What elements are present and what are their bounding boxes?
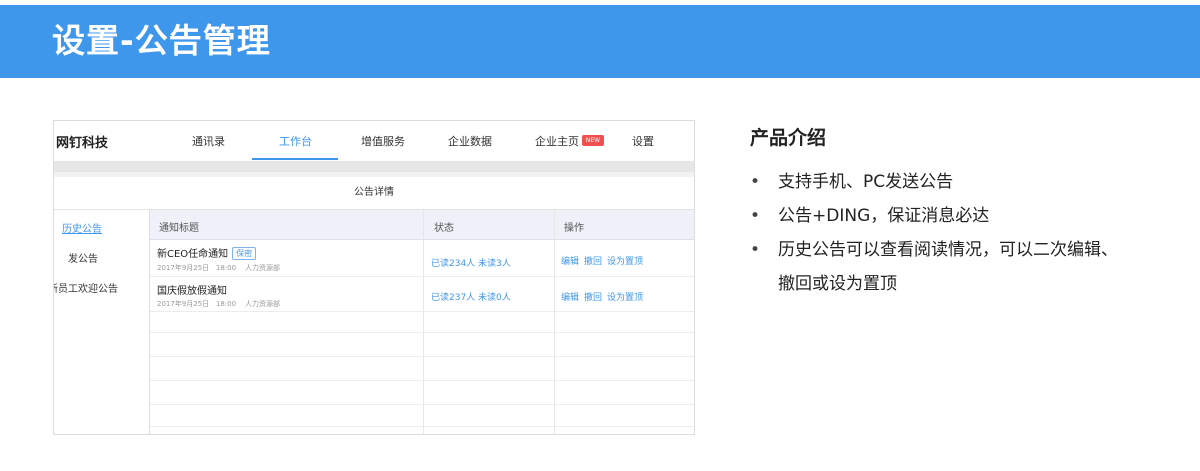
sidebar-item-history[interactable]: 历史公告 xyxy=(62,220,102,235)
edit-button[interactable]: 编辑 xyxy=(561,293,579,303)
row-date: 2017年9月25日 xyxy=(157,300,210,308)
row-status[interactable]: 已读237人 未读0人 xyxy=(431,290,511,303)
row-meta: 2017年9月25日 18:00 人力资源部 xyxy=(157,299,280,309)
row-divider xyxy=(150,356,694,357)
row-status[interactable]: 已读234人 未读3人 xyxy=(431,256,511,269)
intro-title: 产品介绍 xyxy=(750,127,827,149)
row-divider xyxy=(150,276,694,277)
row-meta: 2017年9月25日 18:00 人力资源部 xyxy=(157,263,280,273)
bullet-icon: • xyxy=(750,172,761,192)
divider xyxy=(54,172,694,177)
row-actions: 编辑 撤回 设为置顶 xyxy=(561,254,648,267)
sidebar-item-welcome[interactable]: 新员工欢迎公告 xyxy=(54,280,118,295)
bullet-icon: • xyxy=(750,240,761,260)
column-divider xyxy=(554,210,555,434)
row-dept: 人力资源部 xyxy=(244,264,280,272)
confidential-tag: 保密 xyxy=(232,247,257,260)
product-intro: 产品介绍 • 支持手机、PC发送公告 • 公告+DING，保证消息必达 • 历史… xyxy=(750,123,1190,294)
nav-workbench[interactable]: 工作台 xyxy=(279,133,312,149)
intro-item: 撤回或设为置顶 xyxy=(778,274,897,294)
divider xyxy=(54,161,694,172)
edit-button[interactable]: 编辑 xyxy=(561,257,579,267)
announcement-table: 通知标题 状态 操作 新CEO任命通知 保密 2017年9月25日 18:00 人… xyxy=(150,210,694,434)
intro-item: 公告+DING，保证消息必达 xyxy=(778,206,990,226)
table-row-title[interactable]: 新CEO任命通知 保密 xyxy=(157,245,257,260)
row-date: 2017年9月25日 xyxy=(157,264,210,272)
nav-enterprise-home[interactable]: 企业主页 xyxy=(535,133,579,149)
recall-button[interactable]: 撤回 xyxy=(584,293,602,303)
bullet-icon: • xyxy=(750,206,761,226)
column-header-status: 状态 xyxy=(434,223,454,234)
pin-button[interactable]: 设为置顶 xyxy=(607,257,643,267)
active-tab-indicator xyxy=(252,158,338,160)
row-title-text: 新CEO任命通知 xyxy=(157,249,229,260)
row-time: 18:00 xyxy=(215,264,237,272)
brand-name: 网钉科技 xyxy=(56,136,109,151)
intro-item: 支持手机、PC发送公告 xyxy=(778,172,954,192)
row-dept: 人力资源部 xyxy=(244,300,280,308)
detail-title: 公告详情 xyxy=(354,187,394,198)
row-divider xyxy=(150,332,694,333)
sidebar: 历史公告 发公告 新员工欢迎公告 xyxy=(54,210,150,434)
row-divider xyxy=(150,311,694,312)
row-actions: 编辑 撤回 设为置顶 xyxy=(561,290,648,303)
new-badge: NEW xyxy=(582,135,604,146)
table-header: 通知标题 状态 操作 xyxy=(150,210,694,240)
sidebar-item-post[interactable]: 发公告 xyxy=(68,250,98,265)
recall-button[interactable]: 撤回 xyxy=(584,257,602,267)
row-divider xyxy=(150,426,694,427)
column-header-actions: 操作 xyxy=(564,223,584,234)
pin-button[interactable]: 设为置顶 xyxy=(607,293,643,303)
top-nav: 网钉科技 通讯录 工作台 增值服务 企业数据 企业主页 NEW 设置 xyxy=(54,121,694,161)
page-title: 设置-公告管理 xyxy=(52,21,271,60)
row-time: 18:00 xyxy=(215,300,237,308)
nav-value-added[interactable]: 增值服务 xyxy=(361,133,405,149)
nav-settings[interactable]: 设置 xyxy=(632,133,654,149)
table-row-title[interactable]: 国庆假放假通知 xyxy=(157,282,227,297)
header-banner: 设置-公告管理 xyxy=(0,5,1200,78)
nav-enterprise-data[interactable]: 企业数据 xyxy=(448,133,492,149)
row-divider xyxy=(150,404,694,405)
product-screenshot: 网钉科技 通讯录 工作台 增值服务 企业数据 企业主页 NEW 设置 公告详情 … xyxy=(53,120,695,435)
column-header-title: 通知标题 xyxy=(159,223,199,234)
nav-contacts[interactable]: 通讯录 xyxy=(192,133,225,149)
column-divider xyxy=(423,210,424,434)
intro-item: 历史公告可以查看阅读情况，可以二次编辑、 xyxy=(778,240,1118,260)
row-divider xyxy=(150,380,694,381)
